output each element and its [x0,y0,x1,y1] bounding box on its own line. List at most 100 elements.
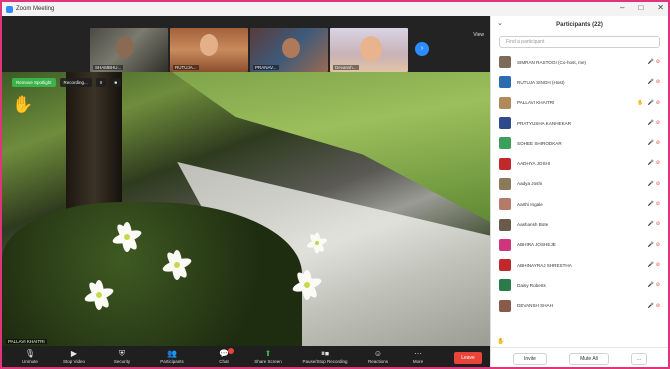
participant-search-input[interactable]: Find a participant [499,36,660,48]
participant-row[interactable]: PALLAVI KHAITRI ✋ 🎤 ⊘ [491,93,668,113]
participant-row[interactable]: DEVANSH SHAH 🎤 ⊘ [491,296,668,316]
participant-row[interactable]: AADHYA JOSHI 🎤 ⊘ [491,153,668,173]
view-button[interactable]: View [473,32,484,38]
microphone-icon: 🎙 [24,349,36,358]
participant-list: SIMRAN RASTOGI (Co-host, me) 🎤 ⊘ RUTUJA S… [491,52,668,316]
reactions-button[interactable]: ☺ Reactions [358,348,398,367]
participant-row[interactable]: ABHINAYRAJ SHRESTHA 🎤 ⊘ [491,255,668,275]
participant-row[interactable]: Aadya Joshi 🎤 ⊘ [491,174,668,194]
pause-recording-button[interactable]: II [95,78,107,87]
zoom-window: Zoom Meeting – □ ✕ SHAMBHU... RUTUJA... … [0,0,670,369]
participant-status-icons: 🎤 ⊘ [647,261,660,268]
title-bar: Zoom Meeting – □ ✕ [2,2,668,16]
avatar [499,299,511,312]
recording-icon: ⏸⏹ [321,349,329,358]
toolbar-label: Unmute [22,359,38,364]
participant-thumbnail[interactable]: RUTUJA... [170,28,248,72]
participant-name: AADHYA JOSHI [517,161,551,167]
avatar [499,177,511,190]
participant-name: Aarthi Ingale [517,201,543,207]
share-screen-button[interactable]: ⬆ Share Screen [248,348,288,367]
thumbnail-name: PRANAV... [253,65,279,70]
reactions-icon: ☺ [373,349,383,358]
thumbnail-name: RUTUJA... [173,65,199,70]
participant-status-icons: 🎤 ⊘ [647,282,660,289]
leave-button[interactable]: Leave [454,352,482,364]
panel-header: ⌄ Participants (22) [491,16,668,34]
thumbnail-name: Devansh... [333,65,359,70]
toolbar-label: Chat [219,359,229,364]
spotlight-badge[interactable]: Remove Spotlight [12,78,56,87]
participant-row[interactable]: SOHEE SHIRODKAR 🎤 ⊘ [491,133,668,153]
participants-icon: 👥 [167,349,177,358]
panel-more-button[interactable]: ... [631,353,647,365]
avatar [499,76,511,89]
avatar [499,198,511,211]
participant-status-icons: 🎤 ⊘ [647,119,660,126]
participant-thumbnail[interactable]: PRANAV... [250,28,328,72]
participant-status-icons: 🎤 ⊘ [647,221,660,228]
flower [112,221,142,253]
participant-face [360,36,382,62]
flower [307,232,328,254]
participant-row[interactable]: Daisy Roberts 🎤 ⊘ [491,275,668,295]
avatar [499,279,511,292]
participant-name: PRATYUSHA KANHEKAR [517,120,572,126]
more-icon: ··· [414,349,422,358]
participant-name: ABHINAYRAJ SHRESTHA [517,262,572,268]
raised-hand-icon: ✋ [637,99,644,106]
toolbar-label: Pause/Stop Recording [302,359,348,364]
participant-row[interactable]: RUTUJA SINGH (Host) 🎤 ⊘ [491,72,668,92]
participant-face [282,38,300,58]
minimize-button[interactable]: – [620,3,624,12]
invite-button[interactable]: Invite [513,353,547,365]
next-thumbnails-button[interactable]: › [415,42,429,56]
participant-status-icons: 🎤 ⊘ [647,241,660,248]
participant-thumbnail[interactable]: SHAMBHU... [90,28,168,72]
avatar [499,218,511,231]
video-tree-trunk [66,72,122,222]
participant-name: PALLAVI KHAITRI [517,100,555,106]
speaker-name-label: PALLAVI KHAITRI [6,339,47,344]
participant-name: Daisy Roberts [517,282,546,288]
more-button[interactable]: ··· More [398,348,438,367]
participant-name: DEVANSH SHAH [517,303,553,309]
participant-row[interactable]: SIMRAN RASTOGI (Co-host, me) 🎤 ⊘ [491,52,668,72]
flower [84,279,114,311]
participant-thumbnail[interactable]: Devansh... [330,28,408,72]
participant-row[interactable]: PRATYUSHA KANHEKAR 🎤 ⊘ [491,113,668,133]
security-button[interactable]: ⛨ Security [102,348,142,367]
participant-status-icons: 🎤 ⊘ [647,59,660,65]
participant-status-icons: 🎤 ⊘ [647,140,660,147]
window-controls: – □ ✕ [620,3,664,12]
maximize-button[interactable]: □ [638,3,643,12]
toolbar-label: Participants [160,359,184,364]
recording-button[interactable]: ⏸⏹ Pause/Stop Recording [298,348,352,367]
mute-all-button[interactable]: Mute All [569,353,609,365]
participant-face [116,36,134,58]
panel-title: Participants (22) [556,22,603,28]
participant-status-icons: 🎤 ⊘ [647,160,660,167]
toolbar-label: Stop Video [63,359,85,364]
thumbnail-strip: SHAMBHU... RUTUJA... PRANAV... Devansh..… [2,16,490,72]
avatar [499,117,511,130]
video-shrub [2,202,302,346]
stop-video-button[interactable]: ▶ Stop Video [54,348,94,367]
chevron-down-icon[interactable]: ⌄ [497,19,503,27]
participant-row[interactable]: Aashansh Bote 🎤 ⊘ [491,214,668,234]
toolbar-label: Share Screen [254,359,282,364]
participant-row[interactable]: ABHIRA JOSHEJE 🎤 ⊘ [491,235,668,255]
close-button[interactable]: ✕ [657,3,664,12]
chat-button[interactable]: 💬 Chat [204,348,244,367]
meeting-toolbar: 🎙 Unmute ▶ Stop Video ⛨ Security 👥 Parti… [2,346,490,367]
unmute-button[interactable]: 🎙 Unmute [10,348,50,367]
flower [292,269,322,301]
participants-button[interactable]: 👥 Participants [152,348,192,367]
participant-status-icons: ✋ 🎤 ⊘ [637,99,660,106]
participant-row[interactable]: Aarthi Ingale 🎤 ⊘ [491,194,668,214]
stop-recording-button[interactable]: ■ [110,78,122,87]
participant-face [200,34,218,56]
participant-name: RUTUJA SINGH (Host) [517,79,565,85]
avatar [499,56,511,69]
avatar [499,96,511,109]
